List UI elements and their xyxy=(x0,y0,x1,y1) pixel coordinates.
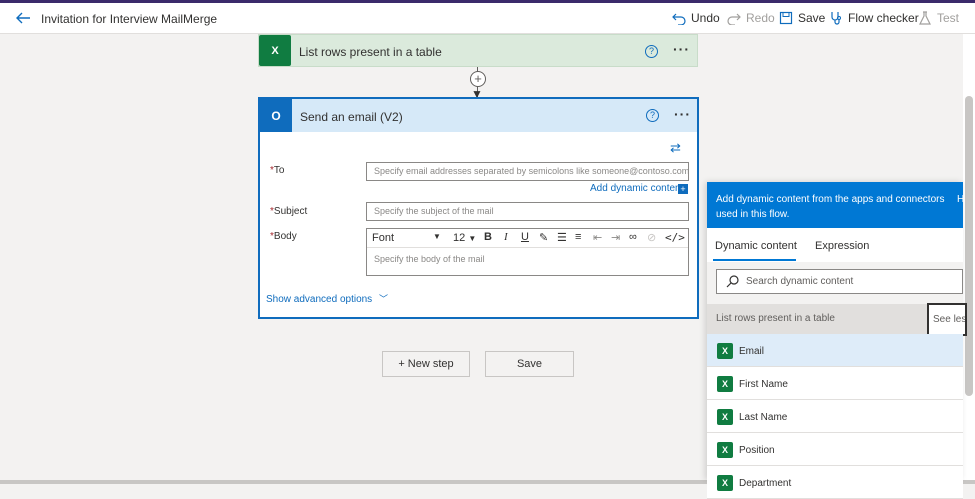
excel-icon: X xyxy=(717,442,733,458)
redo-button[interactable]: Redo xyxy=(727,11,775,25)
body-placeholder: Specify the body of the mail xyxy=(374,254,485,264)
hide-panel-link[interactable]: H xyxy=(957,192,964,207)
italic-icon[interactable]: I xyxy=(504,231,508,243)
more-options-icon[interactable]: ··· xyxy=(674,106,691,122)
redo-icon xyxy=(727,13,741,25)
new-step-button[interactable]: + New step xyxy=(382,351,470,377)
stethoscope-icon xyxy=(831,12,841,25)
flow-checker-label: Flow checker xyxy=(848,11,919,25)
list-item[interactable]: X Department xyxy=(707,466,963,499)
code-view-icon[interactable]: </> xyxy=(665,231,685,244)
list-item[interactable]: X First Name xyxy=(707,367,963,400)
search-dynamic-content-input[interactable]: Search dynamic content xyxy=(716,269,963,294)
highlight-pen-icon[interactable]: ✎ xyxy=(539,231,548,244)
subject-field[interactable]: Specify the subject of the mail xyxy=(366,202,689,221)
undo-icon xyxy=(672,13,686,25)
test-label: Test xyxy=(937,11,960,25)
section-title: List rows present in a table xyxy=(716,313,835,324)
outlook-icon: O xyxy=(260,99,292,132)
dynamic-content-banner: Add dynamic content from the apps and co… xyxy=(707,182,964,228)
add-dynamic-content-link[interactable]: Add dynamic content xyxy=(590,183,683,194)
list-item[interactable]: X Position xyxy=(707,433,963,466)
search-icon xyxy=(726,275,739,288)
insert-step-button[interactable]: + xyxy=(470,71,486,87)
list-item[interactable]: X Last Name xyxy=(707,400,963,433)
show-advanced-options-link[interactable]: Show advanced options ﹀ xyxy=(266,292,388,305)
save-icon xyxy=(779,11,793,25)
undo-button[interactable]: Undo xyxy=(672,11,720,25)
excel-icon: X xyxy=(717,475,733,491)
font-size-select[interactable]: 12 ▼ xyxy=(453,232,476,244)
excel-icon: X xyxy=(259,35,291,66)
section-header: List rows present in a table See less xyxy=(707,303,967,336)
back-arrow-icon[interactable] xyxy=(14,9,32,27)
list-rows-step-card[interactable]: X List rows present in a table ? ··· xyxy=(258,34,698,67)
send-email-step-title: Send an email (V2) xyxy=(300,110,403,124)
help-icon[interactable]: ? xyxy=(646,109,659,122)
help-icon[interactable]: ? xyxy=(645,45,658,58)
indent-icon[interactable]: ⇥ xyxy=(611,231,620,244)
to-field[interactable]: Specify email addresses separated by sem… xyxy=(366,162,689,181)
font-select[interactable]: Font xyxy=(372,232,394,244)
vertical-scroll-thumb[interactable] xyxy=(965,96,973,396)
test-button[interactable]: Test xyxy=(918,11,959,25)
active-tab-indicator xyxy=(713,259,796,261)
rich-text-toolbar: Font ▼ 12 ▼ B I U ✎ ☰ ≡ ⇤ ⇥ ∞ ⊘ </> xyxy=(367,229,688,248)
save-button[interactable]: Save xyxy=(485,351,574,377)
dynamic-content-panel: Add dynamic content from the apps and co… xyxy=(707,182,967,499)
see-less-button[interactable]: See less xyxy=(927,303,967,336)
outdent-icon[interactable]: ⇤ xyxy=(593,231,602,244)
tab-expression[interactable]: Expression xyxy=(815,240,869,252)
numbered-list-icon[interactable]: ≡ xyxy=(575,231,581,243)
body-rich-text-editor[interactable]: Font ▼ 12 ▼ B I U ✎ ☰ ≡ ⇤ ⇥ ∞ ⊘ </> Spec… xyxy=(366,228,689,276)
undo-label: Undo xyxy=(691,11,720,25)
more-options-icon[interactable]: ··· xyxy=(673,41,690,57)
excel-icon: X xyxy=(717,409,733,425)
send-email-step-card: O Send an email (V2) ? ··· ⇄ *To Specify… xyxy=(258,97,699,319)
bold-icon[interactable]: B xyxy=(484,231,492,243)
redo-label: Redo xyxy=(746,11,775,25)
send-email-step-header[interactable]: O Send an email (V2) ? ··· xyxy=(260,99,697,132)
excel-icon: X xyxy=(717,343,733,359)
flow-checker-button[interactable]: Flow checker xyxy=(829,11,919,25)
excel-icon: X xyxy=(717,376,733,392)
tab-dynamic-content[interactable]: Dynamic content xyxy=(715,240,797,252)
list-item[interactable]: X Email xyxy=(707,334,963,367)
flow-header: Invitation for Interview MailMerge Undo … xyxy=(0,3,975,34)
save-toolbar-button[interactable]: Save xyxy=(779,11,825,25)
body-label: *Body xyxy=(270,231,297,242)
flask-icon xyxy=(919,11,931,25)
font-caret-down-icon[interactable]: ▼ xyxy=(433,232,441,241)
bullet-list-icon[interactable]: ☰ xyxy=(557,231,567,244)
add-dynamic-content-icon[interactable]: + xyxy=(678,184,688,194)
swap-icon[interactable]: ⇄ xyxy=(670,140,681,156)
search-area: Search dynamic content xyxy=(707,262,963,310)
list-rows-step-title: List rows present in a table xyxy=(299,45,442,59)
link-icon[interactable]: ∞ xyxy=(629,231,637,243)
unlink-icon[interactable]: ⊘ xyxy=(647,231,656,244)
underline-icon[interactable]: U xyxy=(521,231,529,243)
to-label: *To xyxy=(270,165,285,176)
panel-tabs: Dynamic content Expression xyxy=(707,228,963,262)
flow-title: Invitation for Interview MailMerge xyxy=(41,12,218,26)
chevron-down-icon: ﹀ xyxy=(378,294,388,304)
subject-label: *Subject xyxy=(270,206,308,217)
vertical-scrollbar[interactable] xyxy=(963,34,975,480)
save-toolbar-label: Save xyxy=(798,11,826,25)
